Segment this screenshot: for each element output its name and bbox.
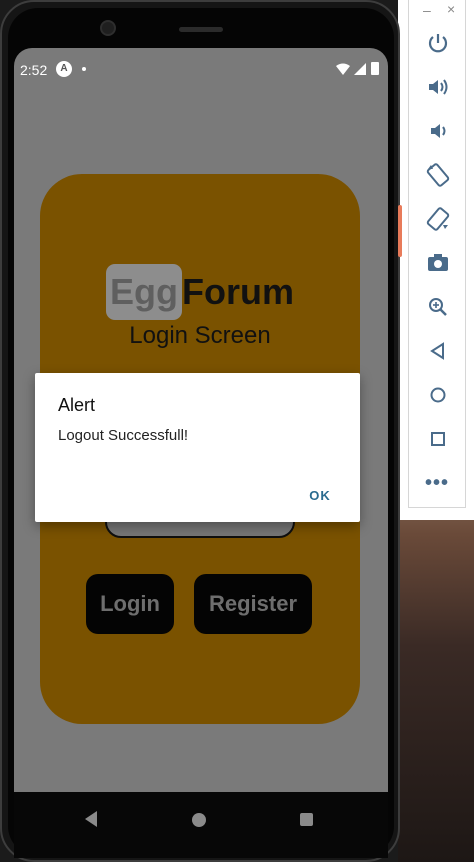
register-button[interactable]: Register [194, 574, 312, 634]
rotate-left-icon[interactable] [425, 162, 451, 188]
battery-icon [371, 62, 379, 75]
wifi-icon [336, 63, 350, 75]
status-time: 2:52 [20, 62, 48, 78]
nav-recents-icon[interactable] [300, 813, 313, 826]
emulator-toolbar: – × ••• [408, 0, 466, 508]
status-bar: 2:52 A [14, 58, 388, 82]
app-notification-icon: A [56, 61, 72, 77]
navigation-bar [14, 792, 388, 858]
window-minimize-button[interactable]: – [423, 2, 431, 18]
earpiece-speaker [179, 27, 223, 32]
camera-icon[interactable] [425, 250, 451, 276]
zoom-icon[interactable] [425, 294, 451, 320]
back-icon[interactable] [425, 338, 451, 364]
logo-egg-text: Egg [106, 264, 182, 320]
dialog-message: Logout Successfull! [58, 427, 189, 444]
more-icon[interactable]: ••• [425, 472, 449, 495]
nav-back-icon[interactable] [84, 810, 98, 828]
power-icon[interactable] [425, 30, 451, 56]
nav-home-icon[interactable] [192, 813, 206, 827]
alert-dialog: Alert Logout Successfull! OK [35, 373, 360, 522]
volume-up-icon[interactable] [425, 74, 451, 100]
rotate-right-icon[interactable] [425, 206, 451, 232]
overview-icon[interactable] [425, 426, 451, 452]
phone-side-button[interactable] [398, 205, 402, 257]
logo-forum-text: Forum [182, 271, 294, 312]
signal-icon [354, 63, 366, 75]
home-icon[interactable] [425, 382, 451, 408]
volume-down-icon[interactable] [425, 118, 451, 144]
screen-title: Login Screen [129, 322, 271, 349]
dialog-ok-button[interactable]: OK [297, 485, 343, 507]
window-close-button[interactable]: × [447, 1, 455, 17]
dialog-title: Alert [58, 395, 96, 415]
login-button[interactable]: Login [86, 574, 174, 634]
front-camera [100, 20, 116, 36]
notification-dot-icon [82, 67, 86, 71]
